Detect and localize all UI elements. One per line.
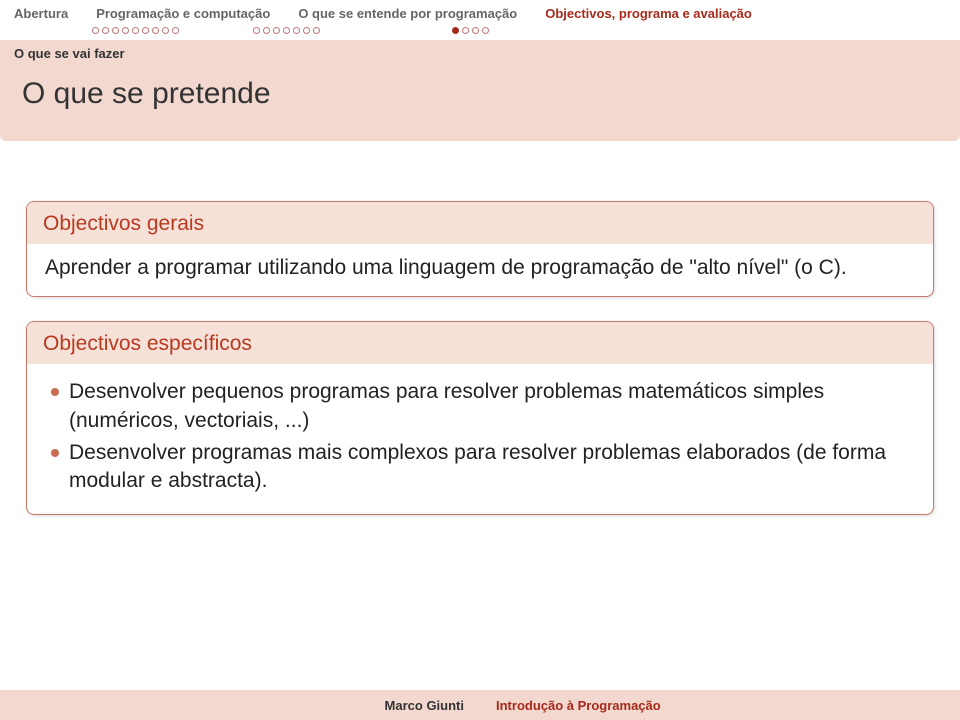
dot-icon[interactable] (102, 27, 109, 34)
nav-item-programacao[interactable]: Programação e computação (82, 0, 284, 25)
dots-oque (193, 27, 334, 34)
dot-icon[interactable] (472, 27, 479, 34)
dot-icon[interactable] (283, 27, 290, 34)
dot-icon[interactable] (293, 27, 300, 34)
block-body: Aprender a programar utilizando uma ling… (27, 244, 933, 296)
list-item: Desenvolver pequenos programas para reso… (45, 378, 915, 435)
dot-icon[interactable] (482, 27, 489, 34)
dot-icon[interactable] (152, 27, 159, 34)
nav-bar: Abertura Programação e computação O que … (0, 0, 960, 25)
dots-objectivos (334, 27, 503, 34)
dot-icon[interactable] (122, 27, 129, 34)
dot-icon[interactable] (112, 27, 119, 34)
block-title: Objectivos específicos (27, 322, 933, 364)
dot-icon[interactable] (132, 27, 139, 34)
progress-dots-row (0, 25, 960, 40)
block-objectivos-especificos: Objectivos específicos Desenvolver peque… (26, 321, 934, 514)
dot-icon[interactable] (273, 27, 280, 34)
block-body: Desenvolver pequenos programas para reso… (27, 364, 933, 513)
dot-icon[interactable] (92, 27, 99, 34)
slide-content: Objectivos gerais Aprender a programar u… (0, 141, 960, 515)
nav-item-oque[interactable]: O que se entende por programação (284, 0, 531, 25)
dot-icon[interactable] (263, 27, 270, 34)
nav-item-abertura[interactable]: Abertura (0, 0, 82, 25)
footer-bar: Marco Giunti Introdução à Programação (0, 690, 960, 720)
dot-icon[interactable] (162, 27, 169, 34)
block-title: Objectivos gerais (27, 202, 933, 244)
dots-programacao (78, 27, 193, 34)
subsection-label: O que se vai fazer (0, 40, 960, 67)
dot-icon[interactable] (462, 27, 469, 34)
dots-abertura (0, 27, 78, 34)
dot-icon[interactable] (452, 27, 459, 34)
frame-title: O que se pretende (0, 67, 960, 141)
dot-icon[interactable] (313, 27, 320, 34)
nav-item-objectivos[interactable]: Objectivos, programa e avaliação (531, 0, 766, 25)
dot-icon[interactable] (142, 27, 149, 34)
dot-icon[interactable] (172, 27, 179, 34)
list-item: Desenvolver programas mais complexos par… (45, 439, 915, 496)
dot-icon[interactable] (303, 27, 310, 34)
footer-title: Introdução à Programação (480, 698, 960, 713)
dot-icon[interactable] (253, 27, 260, 34)
footer-author: Marco Giunti (0, 698, 480, 713)
block-objectivos-gerais: Objectivos gerais Aprender a programar u… (26, 201, 934, 297)
